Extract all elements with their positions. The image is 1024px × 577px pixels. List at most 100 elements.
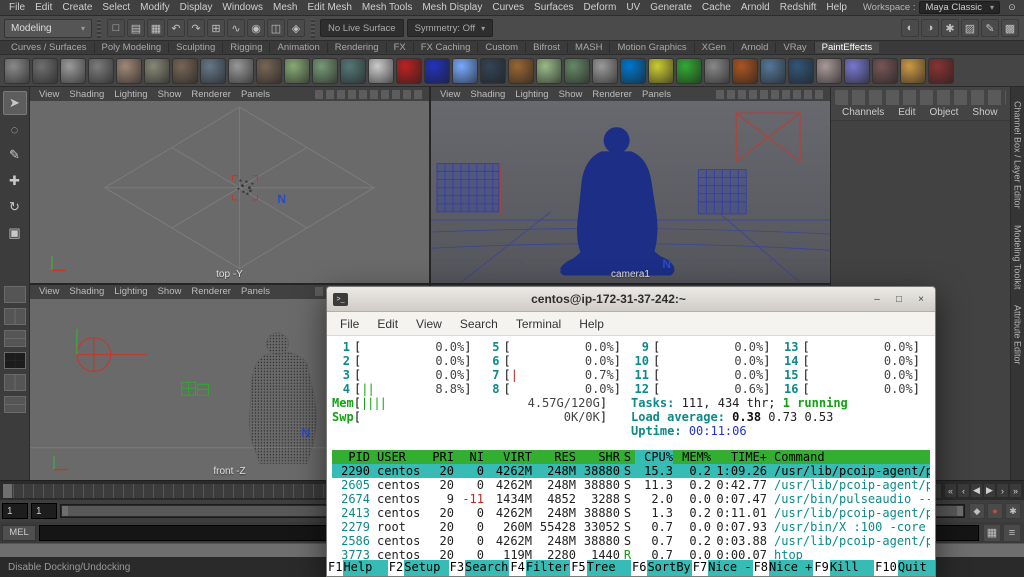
command-grid-icon[interactable]: ▦ xyxy=(983,524,1001,542)
ipr-render-icon[interactable]: ◑ xyxy=(921,19,939,37)
process-row-2279[interactable]: 2279root200260M5542833052S0.70.00:07.93/… xyxy=(332,520,930,534)
snap-plane-icon[interactable]: ◫ xyxy=(267,19,285,37)
terminal-menu-view[interactable]: View xyxy=(407,315,451,333)
maya-menu-help[interactable]: Help xyxy=(821,2,852,13)
shelf-icon-8[interactable] xyxy=(200,58,226,84)
maya-menu-arnold[interactable]: Arnold xyxy=(736,2,775,13)
layout-single-pane-button[interactable] xyxy=(4,286,26,303)
workspace-dropdown[interactable]: Maya Classic ▾ xyxy=(919,1,1000,14)
terminal-menu-help[interactable]: Help xyxy=(570,315,613,333)
play-backwards-button[interactable]: ◀ xyxy=(970,483,983,498)
shelf-tab-fx-caching[interactable]: FX Caching xyxy=(413,42,478,53)
viewport-menu-panels[interactable]: Panels xyxy=(236,286,275,297)
shelf-icon-23[interactable] xyxy=(620,58,646,84)
channel-box-toolbar[interactable] xyxy=(835,90,1006,105)
maya-menu-deform[interactable]: Deform xyxy=(579,2,622,13)
snap-point-icon[interactable]: ◉ xyxy=(247,19,265,37)
viewport-menu-renderer[interactable]: Renderer xyxy=(587,89,637,100)
htop-column-time[interactable]: TIME+ xyxy=(711,450,767,464)
animation-start-field[interactable]: 1 xyxy=(2,503,28,519)
shelf-icon-4[interactable] xyxy=(88,58,114,84)
viewport-menu-lighting[interactable]: Lighting xyxy=(510,89,553,100)
process-row-2605[interactable]: 2605centos2004262M248M38880S11.30.20:42.… xyxy=(332,478,930,492)
layout-four-pane-button[interactable] xyxy=(4,352,26,369)
rotate-tool-icon[interactable]: ↻ xyxy=(3,195,27,219)
sidebar-tab-modeling-toolkit[interactable]: Modeling Toolkit xyxy=(1013,225,1023,289)
viewport-menu-shading[interactable]: Shading xyxy=(64,89,109,100)
sidebar-tab-attribute-editor[interactable]: Attribute Editor xyxy=(1013,305,1023,365)
terminal-menu-terminal[interactable]: Terminal xyxy=(507,315,570,333)
htop-column-command[interactable]: Command xyxy=(767,450,930,464)
fkey-f2[interactable]: F2Setup xyxy=(388,560,449,576)
process-row-2586[interactable]: 2586centos2004262M248M38880S0.70.20:03.8… xyxy=(332,534,930,548)
fkey-f1[interactable]: F1Help xyxy=(327,560,388,576)
status-group-separator[interactable] xyxy=(97,19,101,38)
viewport-menu-shading[interactable]: Shading xyxy=(465,89,510,100)
play-forwards-button[interactable]: ▶ xyxy=(983,483,996,498)
shelf-icon-22[interactable] xyxy=(592,58,618,84)
shelf-icon-21[interactable] xyxy=(564,58,590,84)
paint-effects-icon[interactable]: ✎ xyxy=(981,19,999,37)
command-language-toggle[interactable]: MEL xyxy=(2,525,36,541)
shelf-icon-9[interactable] xyxy=(228,58,254,84)
lasso-tool-icon[interactable]: ◌ xyxy=(3,117,27,141)
go-to-end-button[interactable]: » xyxy=(1009,483,1022,498)
htop-column-res[interactable]: RES xyxy=(532,450,576,464)
terminal-menu-file[interactable]: File xyxy=(331,315,368,333)
shelf-tab-rigging[interactable]: Rigging xyxy=(222,42,269,53)
htop-column-mem[interactable]: MEM% xyxy=(673,450,711,464)
maya-menu-edit[interactable]: Edit xyxy=(30,2,57,13)
layout-two-pane-stacked-button[interactable] xyxy=(4,330,26,347)
script-editor-icon[interactable]: ≡ xyxy=(1003,524,1021,542)
channel-box-menu-channels[interactable]: Channels xyxy=(835,107,891,118)
shelf-tab-arnold[interactable]: Arnold xyxy=(733,42,775,53)
shelf-icon-7[interactable] xyxy=(172,58,198,84)
maya-menu-mesh-display[interactable]: Mesh Display xyxy=(417,2,487,13)
maya-menu-edit-mesh[interactable]: Edit Mesh xyxy=(302,2,356,13)
viewport-menu-lighting[interactable]: Lighting xyxy=(109,286,152,297)
render-settings-icon[interactable]: ✱ xyxy=(941,19,959,37)
shelf-icon-24[interactable] xyxy=(648,58,674,84)
minimize-button[interactable]: – xyxy=(869,292,885,307)
terminal-titlebar[interactable]: >_ centos@ip-172-31-37-242:~ – □ × xyxy=(327,287,935,312)
shelf-icon-20[interactable] xyxy=(536,58,562,84)
channel-box-menu-show[interactable]: Show xyxy=(965,107,1004,118)
shelf-tab-xgen[interactable]: XGen xyxy=(694,42,733,53)
terminal-window[interactable]: >_ centos@ip-172-31-37-242:~ – □ × FileE… xyxy=(326,286,936,577)
shelf-icon-16[interactable] xyxy=(424,58,450,84)
shelf-icon-3[interactable] xyxy=(60,58,86,84)
shelf-tab-motion-graphics[interactable]: Motion Graphics xyxy=(609,42,693,53)
terminal-content[interactable]: 1[0.0%]5[0.0%]9[0.0%]13[0.0%]2[0.0%]6[0.… xyxy=(327,336,935,576)
fkey-f3[interactable]: F3Search xyxy=(449,560,510,576)
fkey-f6[interactable]: F6SortBy xyxy=(631,560,692,576)
shelf-icon-31[interactable] xyxy=(844,58,870,84)
set-key-icon[interactable]: ◆ xyxy=(969,503,985,519)
shelf-icon-33[interactable] xyxy=(900,58,926,84)
viewport-menu-panels[interactable]: Panels xyxy=(236,89,275,100)
maya-menu-cache[interactable]: Cache xyxy=(697,2,736,13)
shelf-icon-27[interactable] xyxy=(732,58,758,84)
save-scene-icon[interactable]: ▦ xyxy=(147,19,165,37)
terminal-menu-search[interactable]: Search xyxy=(451,315,507,333)
shelf-icon-17[interactable] xyxy=(452,58,478,84)
paint-select-tool-icon[interactable]: ✎ xyxy=(3,143,27,167)
maximize-button[interactable]: □ xyxy=(891,292,907,307)
maya-menu-redshift[interactable]: Redshift xyxy=(775,2,822,13)
shelf-tab-painteffects[interactable]: PaintEffects xyxy=(814,42,880,53)
shelf-tab-vray[interactable]: VRay xyxy=(775,42,813,53)
shelf-icon-32[interactable] xyxy=(872,58,898,84)
menu-set-dropdown[interactable]: Modeling ▾ xyxy=(4,19,92,38)
shelf-tab-poly-modeling[interactable]: Poly Modeling xyxy=(94,42,169,53)
htop-column-pid[interactable]: PID xyxy=(332,450,370,464)
playback-start-field[interactable]: 1 xyxy=(31,503,57,519)
move-tool-icon[interactable]: ✚ xyxy=(3,169,27,193)
fkey-f5[interactable]: F5Tree xyxy=(570,560,631,576)
shelf-icon-5[interactable] xyxy=(116,58,142,84)
redo-icon[interactable]: ↷ xyxy=(187,19,205,37)
fkey-f9[interactable]: F9Kill xyxy=(813,560,874,576)
shelf-tab-animation[interactable]: Animation xyxy=(269,42,326,53)
fkey-f8[interactable]: F8Nice + xyxy=(753,560,814,576)
scale-tool-icon[interactable]: ▣ xyxy=(3,221,27,245)
symmetry-dropdown[interactable]: Symmetry: Off ▾ xyxy=(407,19,494,37)
live-surface-field[interactable]: No Live Surface xyxy=(320,19,404,37)
